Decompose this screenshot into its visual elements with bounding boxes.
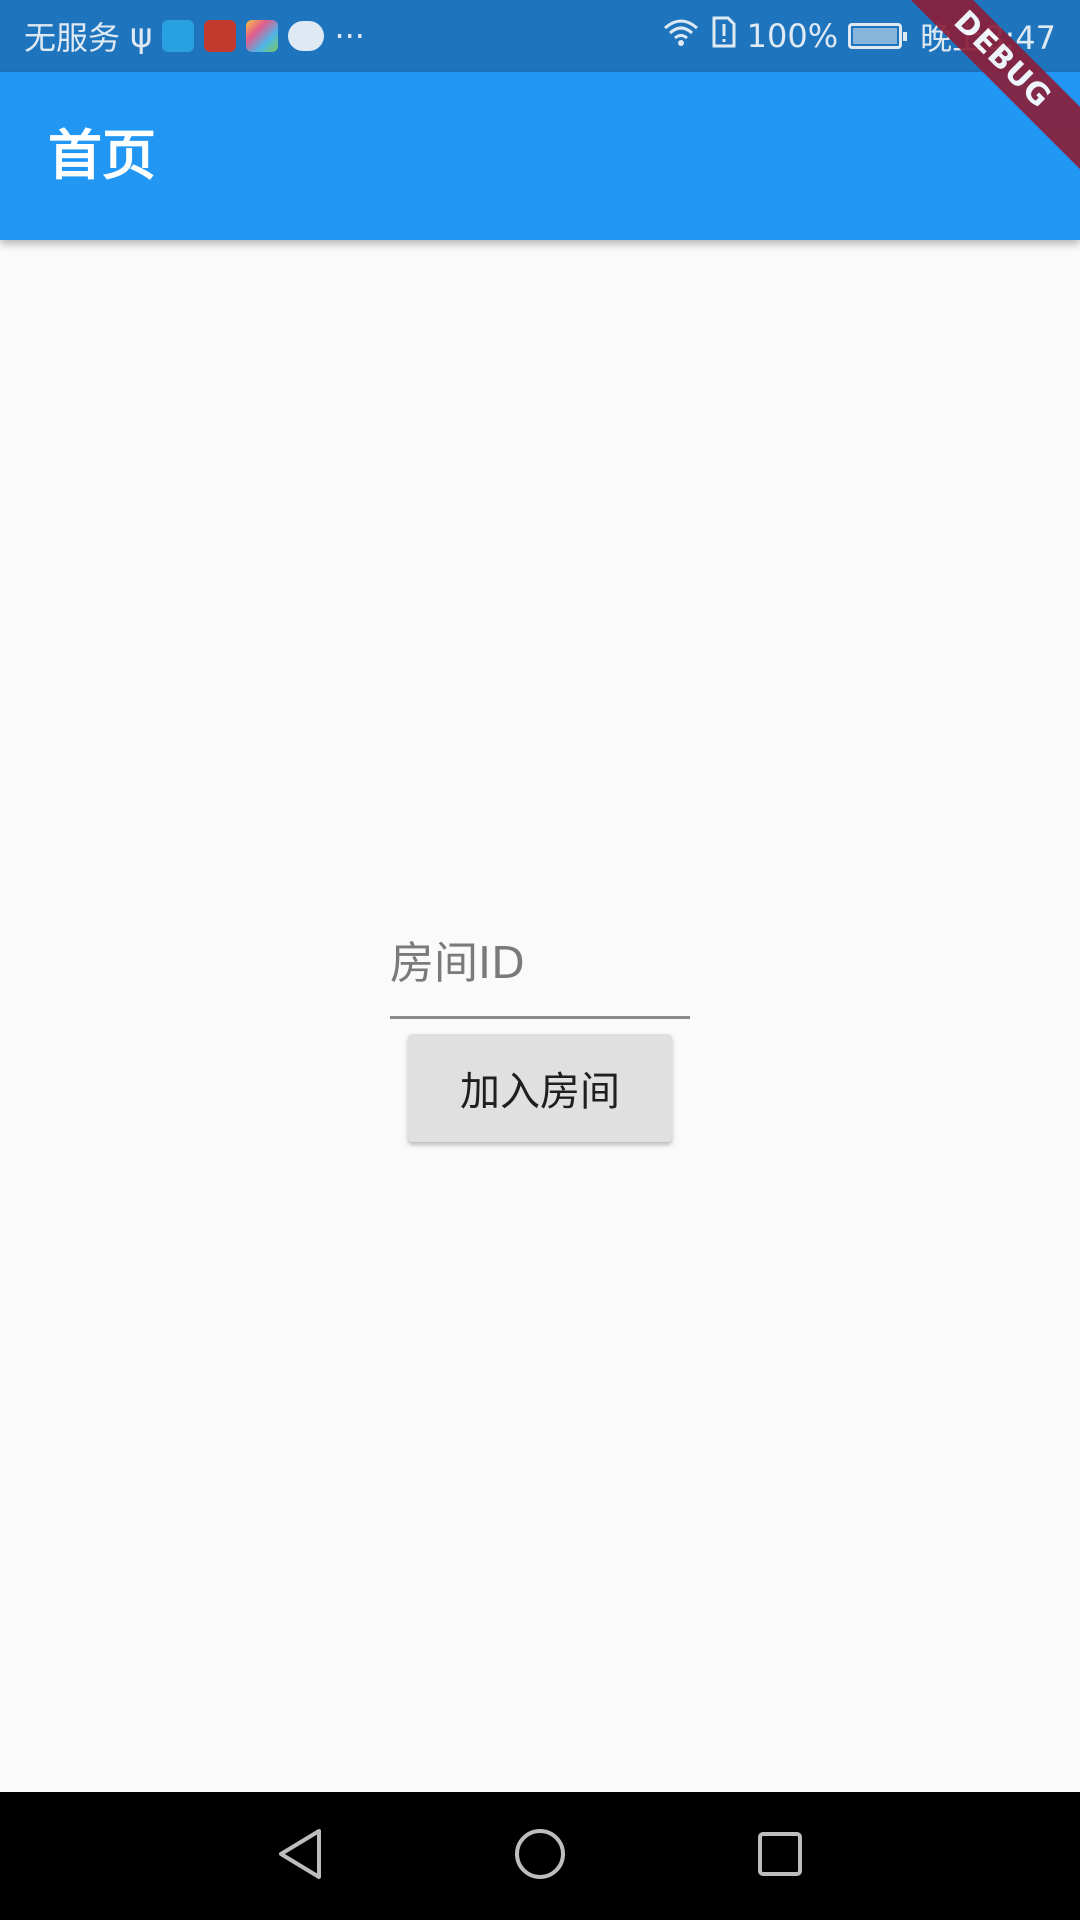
room-id-input[interactable] [390,910,690,1016]
video-app-icon [162,20,195,52]
wechat-icon [288,21,325,51]
wifi-icon [661,16,701,56]
carrier-text: 无服务 [24,19,121,57]
back-button[interactable] [220,1792,380,1920]
room-id-field[interactable] [390,910,690,1019]
navigation-bar [0,1792,1080,1920]
usb-icon: ψ [130,16,153,56]
status-bar-left: 无服务 ψ ··· [24,0,365,72]
join-room-button-label: 加入房间 [460,1069,620,1115]
app-bar: 首页 [0,72,1080,240]
status-bar: 无服务 ψ ··· 100% 晚上8:47 [0,0,1080,72]
battery-percent: 100% [746,17,839,55]
page-title: 首页 [48,124,156,187]
home-button[interactable] [460,1792,620,1920]
recents-icon [756,1830,804,1882]
sim-alert-icon [711,15,737,57]
photos-app-icon [246,20,279,52]
recents-button[interactable] [700,1792,860,1920]
home-icon [513,1827,567,1885]
join-room-button[interactable]: 加入房间 [408,1034,672,1142]
huawei-app-icon [204,20,237,52]
battery-charging-icon [848,23,908,49]
more-notifications-icon: ··· [334,17,365,55]
back-icon [275,1827,325,1885]
